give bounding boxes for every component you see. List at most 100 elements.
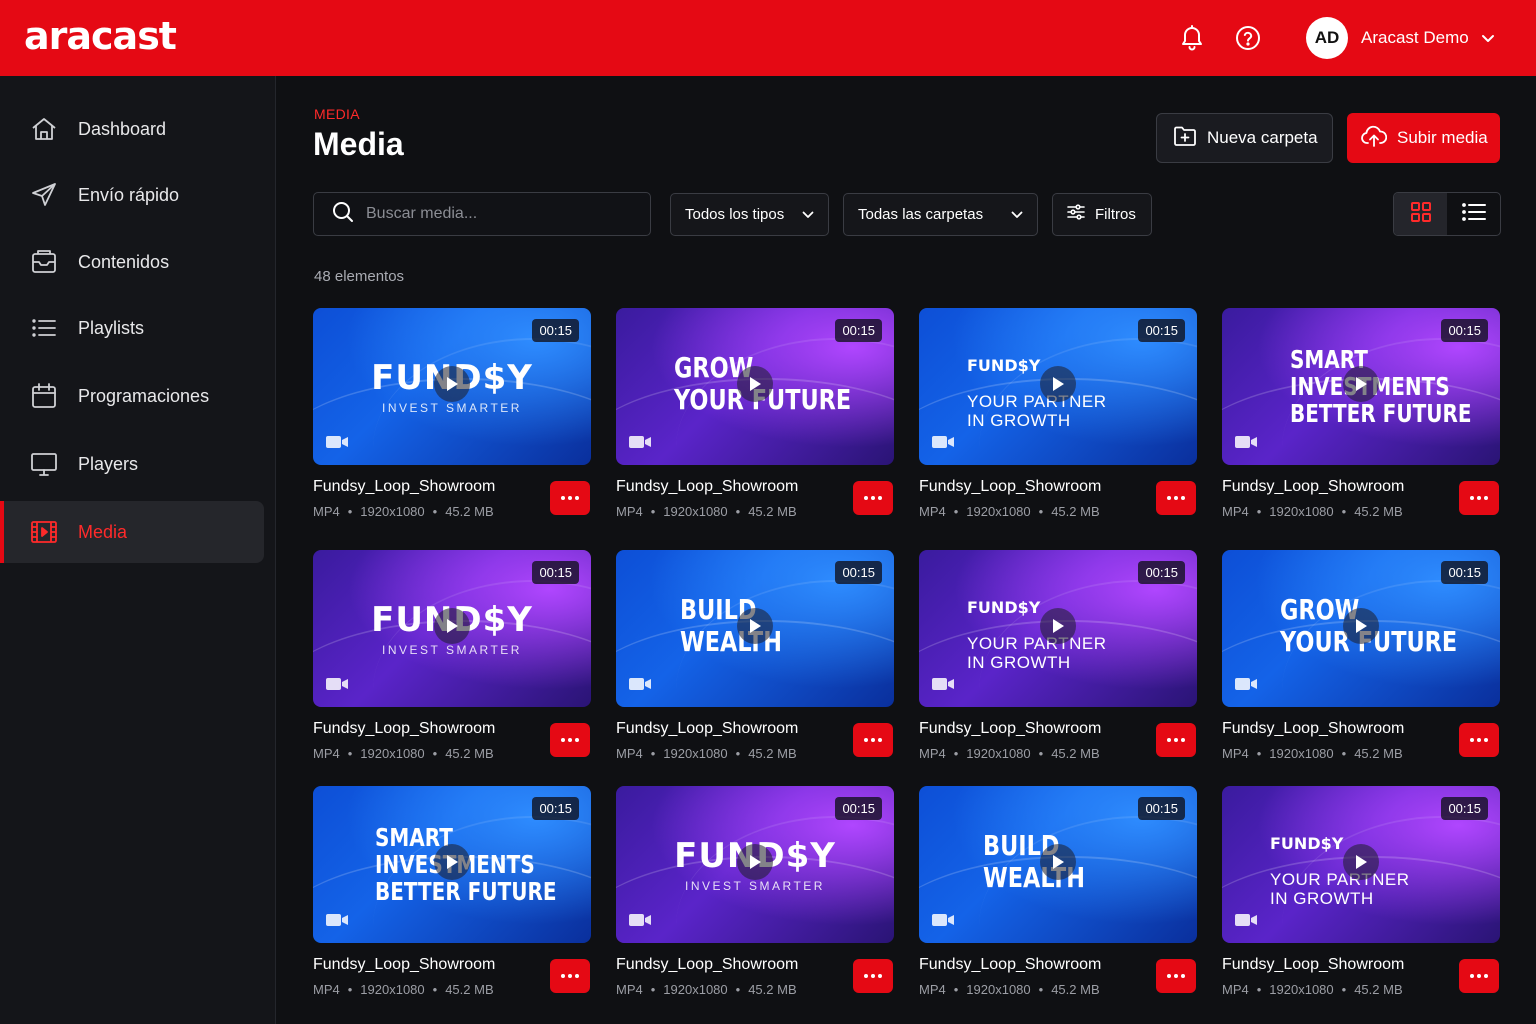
separator-dot: • [953, 982, 959, 997]
play-icon[interactable] [434, 844, 470, 880]
play-icon[interactable] [434, 366, 470, 402]
more-options-button[interactable] [1459, 481, 1499, 515]
video-camera-icon [932, 677, 954, 691]
upload-media-button[interactable]: Subir media [1347, 113, 1500, 163]
play-icon[interactable] [1040, 608, 1076, 644]
more-options-button[interactable] [853, 481, 893, 515]
media-thumbnail[interactable]: BUILD WEALTH 00:15 [616, 550, 894, 707]
media-name: Fundsy_Loop_Showroom [313, 956, 496, 973]
sidebar-item-dashboard[interactable]: Dashboard [0, 98, 264, 160]
play-icon[interactable] [1343, 366, 1379, 402]
play-icon[interactable] [1040, 844, 1076, 880]
play-icon[interactable] [737, 366, 773, 402]
media-thumbnail[interactable]: FUND$YINVEST SMARTER00:15 [313, 550, 591, 707]
grid-view-button[interactable] [1394, 193, 1447, 235]
search-input[interactable] [366, 205, 626, 223]
media-thumbnail[interactable]: FUND$Y YOUR PARTNER IN GROWTH 00:15 [1222, 786, 1500, 943]
filters-button[interactable]: Filtros [1052, 193, 1152, 236]
media-resolution: 1920x1080 [663, 504, 728, 519]
sidebar-item-schedules[interactable]: Programaciones [0, 365, 264, 427]
type-filter-label: Todos los tipos [685, 206, 785, 223]
media-name: Fundsy_Loop_Showroom [616, 478, 799, 495]
media-format: MP4 [616, 504, 643, 519]
thumbnail-line: INVESTMENTS [375, 851, 591, 878]
more-options-button[interactable] [1459, 959, 1499, 993]
media-thumbnail[interactable]: GROW YOUR FUTURE 00:15 [1222, 550, 1500, 707]
media-card[interactable]: FUND$YINVEST SMARTER00:15Fundsy_Loop_Sho… [313, 550, 591, 766]
media-card[interactable]: GROW YOUR FUTURE 00:15 Fundsy_Loop_Showroom… [1222, 550, 1500, 766]
thumbnail-line: SMART [1290, 345, 1368, 374]
media-resolution: 1920x1080 [360, 746, 425, 761]
play-icon[interactable] [1343, 608, 1379, 644]
thumbnail-line: IN GROWTH [967, 411, 1071, 430]
media-card[interactable]: FUND$YINVEST SMARTER00:15Fundsy_Loop_Sho… [313, 308, 591, 524]
separator-dot: • [432, 504, 438, 519]
media-card[interactable]: FUND$YINVEST SMARTER00:15Fundsy_Loop_Sho… [616, 786, 894, 1002]
media-meta: MP4 • 1920x1080 • 45.2 MB [616, 982, 797, 997]
media-card[interactable]: FUND$Y YOUR PARTNER IN GROWTH 00:15 Fundsy_L… [919, 550, 1197, 766]
more-dots-icon [1470, 974, 1488, 978]
sidebar-item-contents[interactable]: Contenidos [0, 231, 264, 293]
media-card[interactable]: FUND$Y YOUR PARTNER IN GROWTH 00:15 Fundsy_L… [1222, 786, 1500, 1002]
media-thumbnail[interactable]: GROW YOUR FUTURE 00:15 [616, 308, 894, 465]
more-options-button[interactable] [1156, 723, 1196, 757]
media-format: MP4 [616, 746, 643, 761]
play-icon[interactable] [434, 608, 470, 644]
media-thumbnail[interactable]: FUND$YINVEST SMARTER00:15 [616, 786, 894, 943]
film-icon [30, 518, 58, 546]
media-resolution: 1920x1080 [1269, 982, 1334, 997]
help-icon[interactable] [1234, 24, 1262, 52]
play-icon[interactable] [737, 844, 773, 880]
thumbnail-line: GROW [1280, 593, 1360, 626]
play-icon[interactable] [737, 608, 773, 644]
grid-icon [1410, 201, 1432, 228]
sidebar-item-label: Programaciones [78, 385, 210, 406]
media-thumbnail[interactable]: FUND$Y YOUR PARTNER IN GROWTH 00:15 [919, 550, 1197, 707]
thumbnail-title: GROW YOUR FUTURE [1280, 594, 1488, 658]
media-thumbnail[interactable]: BUILD WEALTH 00:15 [919, 786, 1197, 943]
list-view-button[interactable] [1447, 193, 1500, 235]
sidebar-item-playlists[interactable]: Playlists [0, 297, 264, 359]
media-thumbnail[interactable]: SMARTINVESTMENTSBETTER FUTURE 00:15 [1222, 308, 1500, 465]
media-card[interactable]: BUILD WEALTH 00:15 Fundsy_Loop_Showroom MP4 •… [616, 550, 894, 766]
thumbnail-line: BETTER FUTURE [1290, 399, 1472, 428]
more-options-button[interactable] [853, 959, 893, 993]
thumbnail-line: WEALTH [983, 861, 1085, 894]
media-card[interactable]: FUND$Y YOUR PARTNER IN GROWTH 00:15 Fundsy_L… [919, 308, 1197, 524]
thumbnail-line: WEALTH [680, 625, 782, 658]
play-icon[interactable] [1343, 844, 1379, 880]
more-options-button[interactable] [1156, 481, 1196, 515]
media-format: MP4 [1222, 746, 1249, 761]
media-card[interactable]: SMARTINVESTMENTSBETTER FUTURE 00:15 Fundsy… [313, 786, 591, 1002]
sidebar-item-label: Contenidos [78, 251, 170, 272]
thumbnail-line: YOUR PARTNER [1270, 870, 1410, 889]
media-card[interactable]: GROW YOUR FUTURE 00:15 Fundsy_Loop_Showroom… [616, 308, 894, 524]
more-options-button[interactable] [550, 481, 590, 515]
notifications-bell-icon[interactable] [1178, 24, 1206, 52]
separator-dot: • [735, 504, 741, 519]
app-logo[interactable]: aracast [24, 14, 177, 58]
sidebar-item-quick-send[interactable]: Envío rápido [0, 164, 264, 226]
more-dots-icon [561, 738, 579, 742]
media-thumbnail[interactable]: SMARTINVESTMENTSBETTER FUTURE 00:15 [313, 786, 591, 943]
sidebar-item-players[interactable]: Players [0, 433, 264, 495]
new-folder-button[interactable]: Nueva carpeta [1156, 113, 1333, 163]
video-camera-icon [932, 435, 954, 449]
thumbnail-title: GROW YOUR FUTURE [674, 352, 882, 416]
media-thumbnail[interactable]: FUND$Y YOUR PARTNER IN GROWTH 00:15 [919, 308, 1197, 465]
sidebar-item-media[interactable]: Media [0, 501, 264, 563]
play-icon[interactable] [1040, 366, 1076, 402]
search-box[interactable] [313, 192, 651, 236]
more-options-button[interactable] [550, 959, 590, 993]
media-card[interactable]: SMARTINVESTMENTSBETTER FUTURE 00:15 Fundsy… [1222, 308, 1500, 524]
more-options-button[interactable] [1459, 723, 1499, 757]
more-options-button[interactable] [853, 723, 893, 757]
more-options-button[interactable] [1156, 959, 1196, 993]
type-filter-dropdown[interactable]: Todos los tipos [670, 193, 829, 236]
folder-filter-dropdown[interactable]: Todas las carpetas [843, 193, 1038, 236]
more-options-button[interactable] [550, 723, 590, 757]
media-thumbnail[interactable]: FUND$YINVEST SMARTER00:15 [313, 308, 591, 465]
media-card[interactable]: BUILD WEALTH 00:15 Fundsy_Loop_Showroom MP4 •… [919, 786, 1197, 1002]
user-menu[interactable]: AD Aracast Demo [1306, 17, 1495, 59]
top-bar: aracast AD Aracast Demo [0, 0, 1536, 76]
